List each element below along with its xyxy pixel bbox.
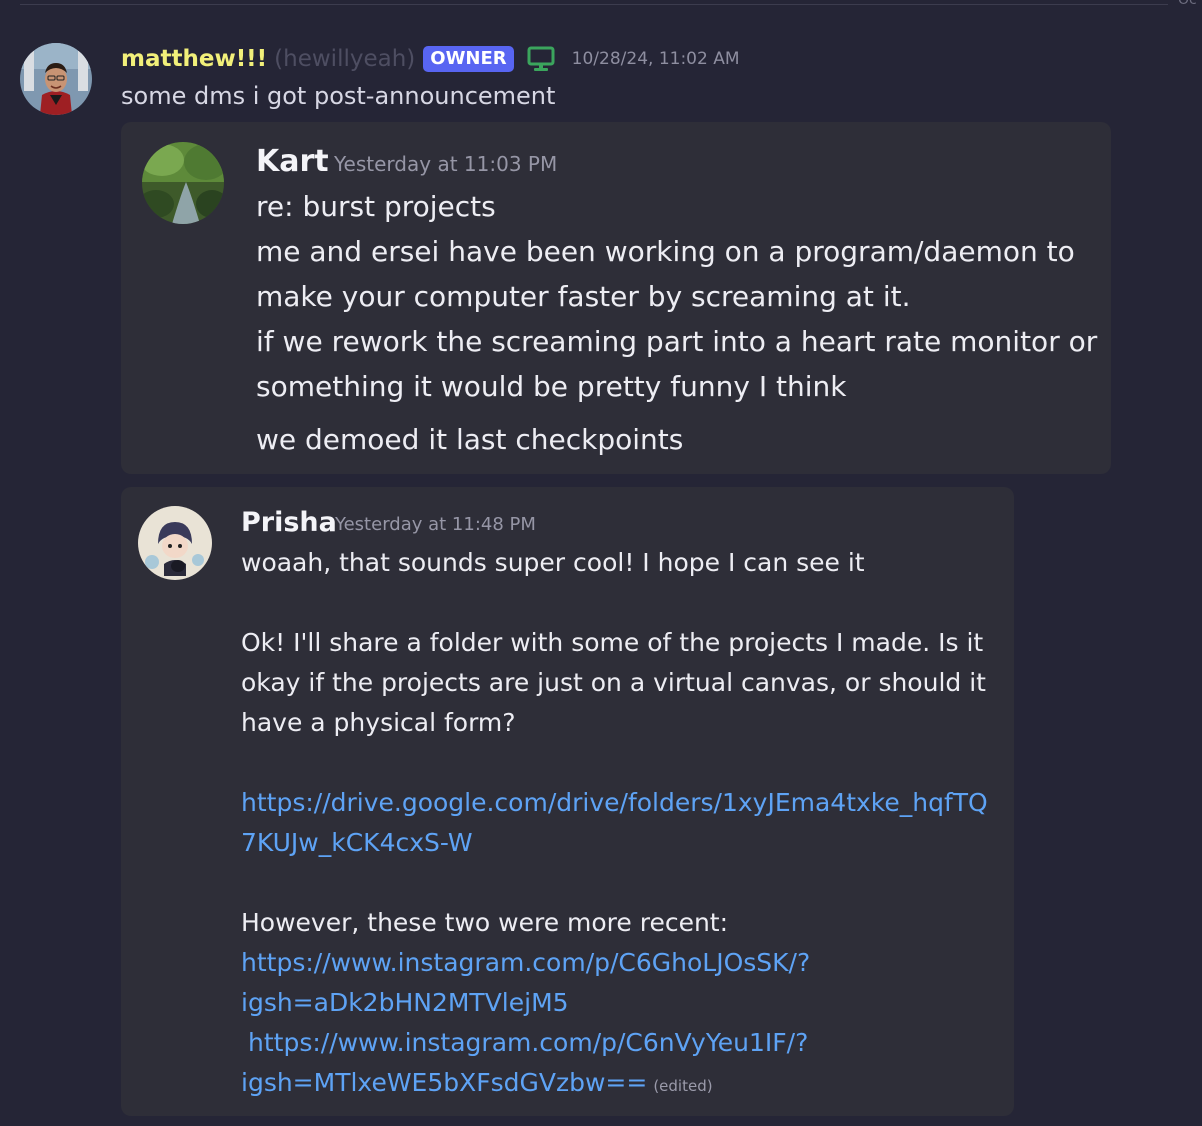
avatar-image [20,43,92,115]
embed-timestamp: Yesterday at 11:48 PM [335,514,536,535]
embed-line: Ok! I'll share a folder with some of the… [241,628,984,657]
embedded-message-prisha: Prisha Yesterday at 11:48 PM woaah, that… [121,487,1014,1116]
embed-line: make your computer faster by screaming a… [256,280,911,313]
embed-line: something it would be pretty funny I thi… [256,370,847,403]
embed-body: re: burst projects me and ersei have bee… [256,184,1097,462]
instagram-link-2[interactable]: https://www.instagram.com/p/C6nVyYeu1IF/… [241,1023,988,1063]
embed-timestamp: Yesterday at 11:03 PM [334,152,558,176]
avatar[interactable] [138,506,212,580]
instagram-link-2-line: igsh=MTlxeWE5bXFsdGVzbw== (edited) [241,1063,988,1106]
date-divider [20,4,1168,5]
avatar[interactable] [20,43,92,115]
owner-badge: OWNER [423,46,514,72]
instagram-link-1[interactable]: https://www.instagram.com/p/C6GhoLJOsSK/… [241,943,988,983]
desktop-icon [526,44,556,74]
username[interactable]: matthew!!! [121,46,267,72]
embed-author: Kart [256,144,329,179]
embedded-message-kart: Kart Yesterday at 11:03 PM re: burst pro… [121,122,1111,474]
message-timestamp: 10/28/24, 11:02 AM [571,49,740,69]
embed-line: However, these two were more recent: [241,908,729,937]
edited-label: (edited) [653,1077,713,1095]
user-handle: (hewillyeah) [274,46,416,72]
avatar[interactable] [142,142,224,224]
embed-author: Prisha [241,507,337,538]
message-header: matthew!!! (hewillyeah) OWNER 10/28/24, … [121,42,740,76]
drive-link-continued[interactable]: 7KUJw_kCK4cxS-W [241,823,988,863]
embed-line: have a physical form? [241,708,516,737]
instagram-link-1-continued[interactable]: igsh=aDk2bHN2MTVlejM5 [241,983,988,1023]
embed-line: if we rework the screaming part into a h… [256,325,1098,358]
embed-body: woaah, that sounds super cool! I hope I … [241,543,988,1106]
avatar-image [138,506,212,580]
message-text: some dms i got post-announcement [121,82,556,110]
embed-line: we demoed it last checkpoints [256,423,684,456]
embed-line: me and ersei have been working on a prog… [256,235,1075,268]
embed-line: woaah, that sounds super cool! I hope I … [241,548,865,577]
embed-line: re: burst projects [256,190,496,223]
drive-link[interactable]: https://drive.google.com/drive/folders/1… [241,783,988,823]
divider-date-label: Oc [1178,0,1197,8]
instagram-link-2-continued[interactable]: igsh=MTlxeWE5bXFsdGVzbw== [241,1068,647,1097]
avatar-image [142,142,224,224]
embed-line: okay if the projects are just on a virtu… [241,668,986,697]
